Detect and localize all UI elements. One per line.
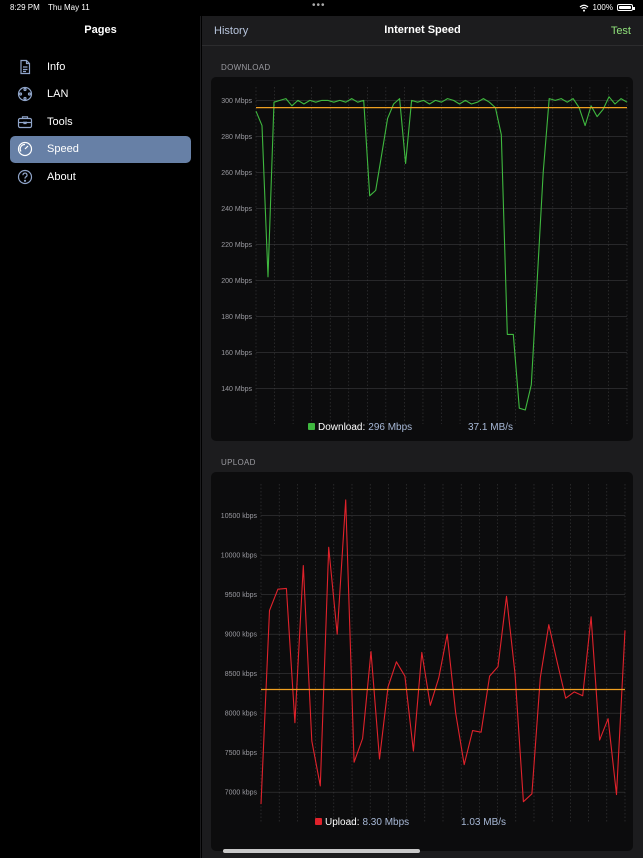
wifi-icon	[579, 4, 588, 12]
download-chart: 140 Mbps 160 Mbps 180 Mbps 200 Mbps 220 Mbps…	[221, 87, 628, 424]
sidebar-item-label: Info	[47, 60, 66, 73]
page-title: Internet Speed	[384, 24, 461, 36]
battery-icon	[617, 4, 635, 11]
upload-chart: 7000 kbps 7500 kbps 8000 kbps 8500 kbps 9000…	[221, 484, 626, 822]
test-button[interactable]: Test	[611, 25, 631, 37]
sidebar-item-label: Tools	[47, 115, 73, 128]
download-ytick-label: 140 Mbps	[221, 386, 252, 393]
upload-swatch	[315, 818, 322, 825]
upload-ytick-label: 7000 kbps	[225, 790, 258, 797]
status-time: 8:29 PM	[10, 3, 40, 12]
sidebar: Pages Info LAN Tools Speed About	[0, 16, 201, 858]
upload-legend-entry: Upload: 8.30 Mbps	[315, 817, 409, 828]
upload-ytick-label: 9500 kbps	[225, 592, 258, 599]
upload-legend-value: 8.30 Mbps	[362, 817, 410, 828]
speedometer-icon	[17, 141, 33, 157]
download-ytick-label: 180 Mbps	[221, 314, 252, 321]
download-swatch	[308, 423, 315, 430]
sidebar-item-tools[interactable]: Tools	[10, 108, 191, 135]
sidebar-nav: Info LAN Tools Speed About	[10, 53, 191, 191]
upload-rate: 1.03 MB/s	[461, 817, 507, 828]
upload-ytick-label: 8500 kbps	[225, 671, 258, 678]
sidebar-item-speed[interactable]: Speed	[10, 135, 191, 163]
network-icon	[17, 86, 33, 102]
download-chart-card: 140 Mbps 160 Mbps 180 Mbps 200 Mbps 220 Mbps…	[211, 77, 633, 441]
status-date: Thu May 11	[48, 3, 90, 12]
download-section-label: DOWNLOAD	[221, 63, 271, 72]
download-rate: 37.1 MB/s	[468, 422, 514, 433]
download-ytick-label: 220 Mbps	[221, 242, 252, 249]
sidebar-item-label: LAN	[47, 88, 69, 100]
document-icon	[17, 59, 33, 75]
download-ytick-label: 160 Mbps	[221, 350, 252, 357]
download-ytick-label: 280 Mbps	[221, 134, 252, 141]
battery-percent: 100%	[592, 3, 613, 12]
multitasking-dots-icon[interactable]: •••	[312, 0, 326, 11]
download-ytick-label: 200 Mbps	[221, 278, 252, 285]
upload-legend-label: Upload:	[325, 817, 360, 828]
question-circle-icon	[17, 169, 33, 185]
upload-ytick-label: 10500 kbps	[221, 513, 258, 520]
main-panel: History Internet Speed Test DOWNLOAD 140…	[202, 16, 643, 858]
status-bar: 8:29 PM Thu May 11 ••• 100%	[0, 0, 643, 16]
sidebar-item-label: Speed	[47, 143, 79, 155]
download-legend-label: Download:	[318, 422, 366, 433]
upload-ytick-label: 7500 kbps	[225, 750, 258, 757]
download-legend-value: 296 Mbps	[368, 422, 413, 433]
upload-section-label: UPLOAD	[221, 458, 256, 467]
sidebar-item-info[interactable]: Info	[10, 53, 191, 80]
sidebar-title: Pages	[84, 24, 117, 36]
sidebar-item-label: About	[47, 170, 76, 183]
status-right: 100%	[579, 3, 635, 12]
upload-ytick-label: 8000 kbps	[225, 711, 258, 718]
sidebar-item-lan[interactable]: LAN	[10, 81, 191, 108]
home-indicator	[223, 849, 420, 853]
download-ytick-label: 240 Mbps	[221, 206, 252, 213]
navigation-bar: History Internet Speed Test	[202, 16, 643, 46]
upload-ytick-label: 9000 kbps	[225, 632, 258, 639]
upload-chart-card: 7000 kbps 7500 kbps 8000 kbps 8500 kbps 9000…	[211, 472, 633, 851]
sidebar-item-about[interactable]: About	[10, 163, 191, 190]
upload-ytick-label: 10000 kbps	[221, 553, 258, 560]
download-legend-entry: Download: 296 Mbps	[308, 422, 412, 433]
download-ytick-label: 300 Mbps	[221, 98, 252, 105]
toolbox-icon	[17, 114, 33, 130]
download-ytick-label: 260 Mbps	[221, 170, 252, 177]
